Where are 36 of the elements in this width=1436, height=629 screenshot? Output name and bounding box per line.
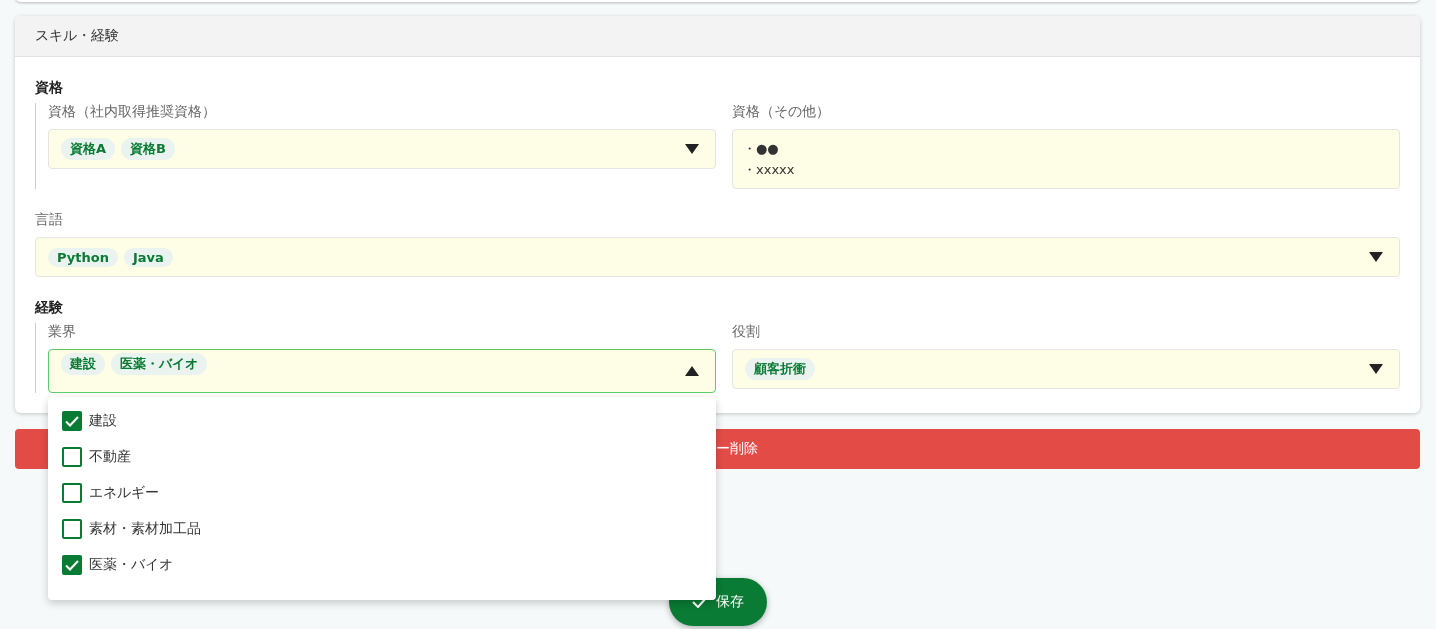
caret-up-icon [685, 366, 699, 376]
tag-chip: 資格A [61, 138, 116, 160]
section-title: 経験 [35, 299, 64, 317]
checkbox[interactable] [62, 483, 82, 503]
checkbox[interactable] [62, 447, 82, 467]
option-item[interactable]: 素材・素材加工品 [48, 511, 716, 547]
multi-select-field[interactable]: Python Java [35, 237, 1400, 277]
caret-down-icon [1369, 364, 1383, 374]
option-label: 医薬・バイオ [89, 556, 173, 574]
tag-chip: 医薬・バイオ [111, 353, 207, 375]
field-label: 資格（社内取得推奨資格） [48, 103, 217, 121]
checkbox[interactable] [62, 555, 82, 575]
checkbox[interactable] [62, 519, 82, 539]
section-title: 資格 [35, 79, 64, 97]
option-label: 建設 [89, 412, 117, 430]
field-label: 言語 [35, 211, 64, 229]
tag-chip: 顧客折衝 [745, 358, 815, 380]
multi-select-field[interactable]: 資格A 資格B [48, 129, 716, 169]
caret-down-icon [685, 144, 699, 154]
text-area[interactable]: ・●● ・xxxxx [732, 129, 1400, 189]
tag-chip: Java [123, 247, 173, 267]
option-label: 不動産 [89, 448, 131, 466]
card-title: スキル・経験 [15, 16, 1420, 57]
field-label: 役割 [732, 323, 761, 341]
option-item[interactable]: エネルギー [48, 475, 716, 511]
multi-select-field[interactable]: 顧客折衝 [732, 349, 1400, 389]
caret-down-icon [1369, 252, 1383, 262]
tag-chip: 資格B [121, 138, 175, 160]
option-label: 素材・素材加工品 [89, 520, 201, 538]
checkbox[interactable] [62, 411, 82, 431]
tag-chip: 建設 [61, 353, 105, 375]
tag-chip: Python [48, 247, 118, 267]
field-label: 資格（その他） [732, 103, 831, 121]
multi-select-field[interactable]: 建設 医薬・バイオ [48, 349, 716, 393]
option-label: エネルギー [89, 484, 159, 502]
field-label: 業界 [48, 323, 77, 341]
